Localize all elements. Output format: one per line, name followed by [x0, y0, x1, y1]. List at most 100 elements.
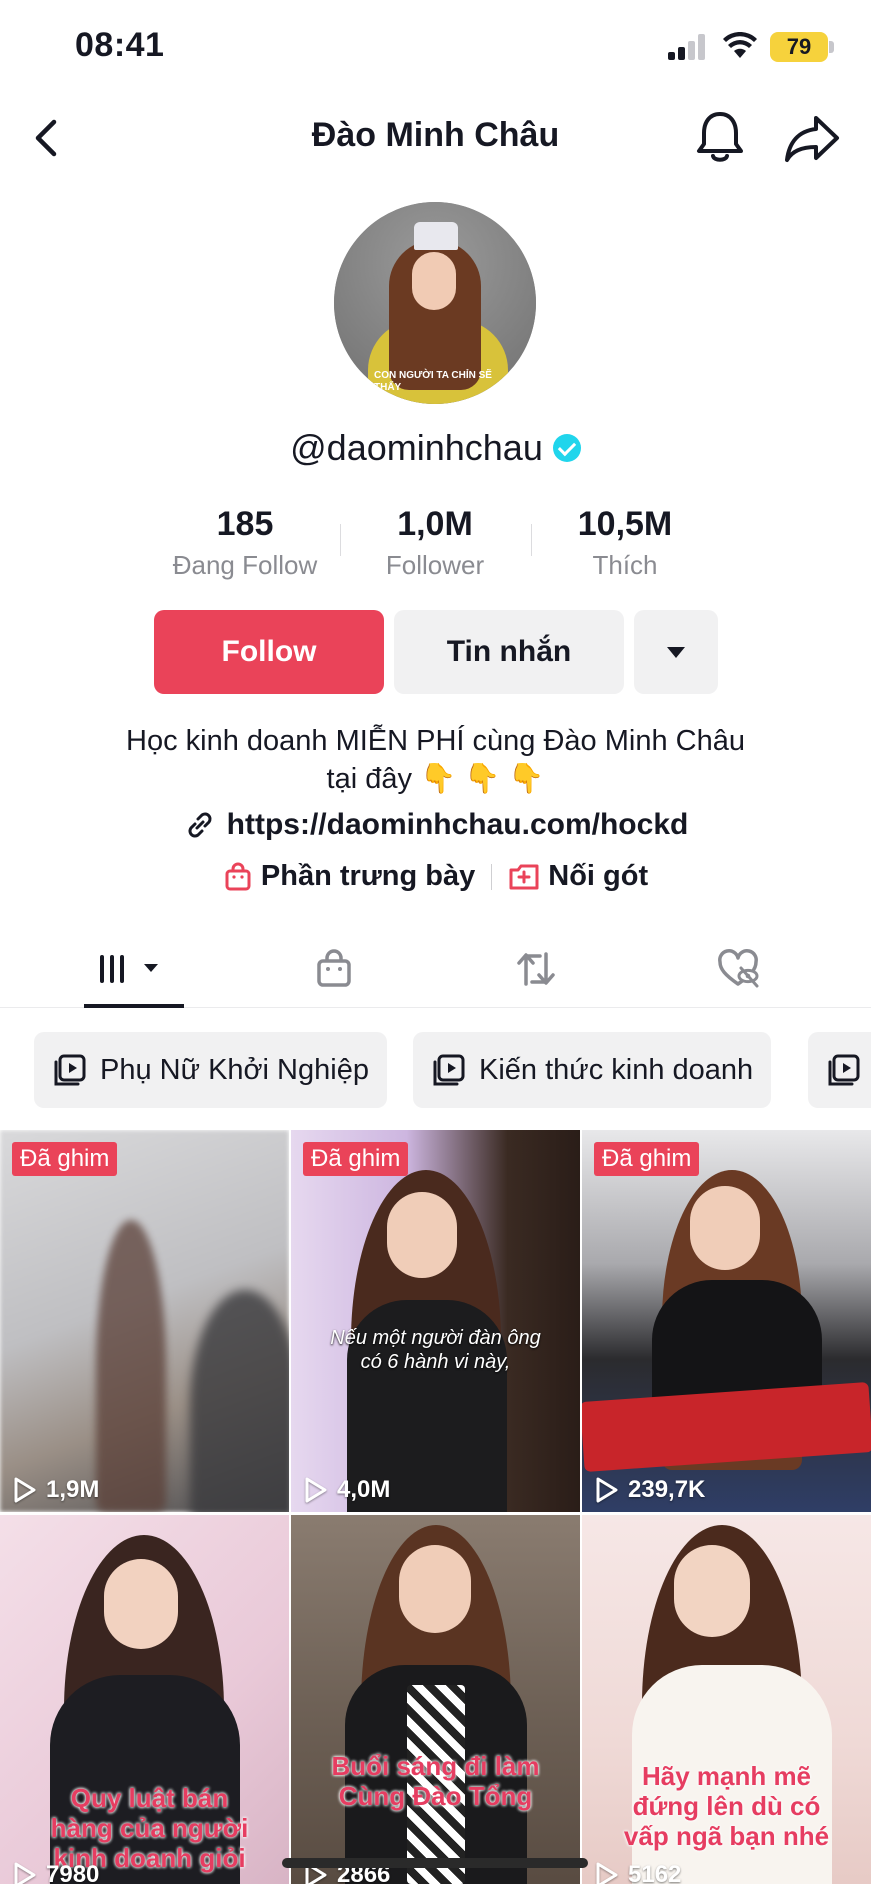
back-button[interactable]	[24, 112, 72, 164]
video-tile[interactable]: Quy luật bán hàng của người kinh doanh g…	[0, 1515, 289, 1884]
stat-likes-label: Thích	[592, 550, 658, 580]
video-thumbnail-face	[674, 1545, 750, 1637]
verified-badge-icon	[552, 434, 581, 462]
showcase-link[interactable]: Phần trưng bày	[223, 860, 475, 893]
stat-following-label: Đang Follow	[172, 550, 318, 580]
username-row: @daominhchau	[0, 424, 871, 472]
video-thumbnail-figure	[190, 1290, 289, 1512]
videos-grid-icon	[100, 955, 158, 983]
notification-bell-button[interactable]	[694, 108, 746, 166]
profile-avatar[interactable]: CON NGƯỜI TA CHỈN SẼ THẤY	[334, 202, 536, 404]
repost-icon	[517, 952, 555, 986]
status-bar: 08:41 79	[0, 0, 871, 96]
playlist-icon	[433, 1054, 465, 1086]
stat-likes[interactable]: 10,5M Thích	[530, 502, 720, 586]
video-thumbnail-face	[387, 1192, 457, 1278]
battery-icon: 79	[770, 32, 828, 62]
bio-line-1: Học kinh doanh MIỄN PHÍ cùng Đào Minh Ch…	[126, 725, 745, 757]
playlist-row: Phụ Nữ Khởi Nghiệp Kiến thức kinh doanh	[0, 1032, 871, 1108]
share-arrow-icon	[785, 116, 839, 162]
view-count-value: 7980	[46, 1861, 100, 1884]
add-video-icon	[509, 864, 539, 889]
play-icon	[14, 1477, 36, 1503]
view-count-value: 5162	[628, 1861, 682, 1884]
video-tile[interactable]: Buổi sáng đi làm Cùng Đào Tổng 2866	[291, 1515, 580, 1884]
tab-reposts[interactable]	[476, 930, 596, 1008]
view-count-value: 1,9M	[46, 1476, 100, 1503]
stat-following[interactable]: 185 Đang Follow	[150, 502, 340, 586]
cellular-signal-icon	[668, 34, 708, 60]
play-icon	[596, 1477, 618, 1503]
view-count: 1,9M	[12, 1476, 99, 1504]
video-overlay-text: Buổi sáng đi làm Cùng Đào Tổng	[331, 1751, 540, 1811]
profile-link[interactable]: https://daominhchau.com/hockd	[0, 808, 871, 842]
video-tile[interactable]: Đã ghim 239,7K	[582, 1130, 871, 1512]
playlist-pill[interactable]: Phụ Nữ Khởi Nghiệp	[34, 1032, 387, 1108]
username: @daominhchau	[290, 427, 543, 468]
link-icon	[188, 812, 212, 838]
stat-followers[interactable]: 1,0M Follower	[340, 502, 530, 586]
wifi-icon	[722, 31, 758, 65]
chevron-left-icon	[35, 119, 57, 157]
video-thumbnail-face	[399, 1545, 471, 1633]
avatar-crown	[414, 222, 458, 250]
pinned-badge: Đã ghim	[303, 1142, 409, 1176]
video-tile[interactable]: Đã ghim 1,9M	[0, 1130, 289, 1512]
video-tile[interactable]: Hãy mạnh mẽ đứng lên dù có vấp ngã bạn n…	[582, 1515, 871, 1884]
tab-videos[interactable]	[74, 930, 194, 1008]
view-count: 5162	[594, 1861, 681, 1884]
playlist-pill[interactable]	[808, 1032, 871, 1108]
bell-icon	[697, 112, 743, 162]
tab-liked[interactable]	[678, 930, 798, 1008]
liked-hidden-icon	[718, 949, 759, 988]
playlist-icon	[828, 1054, 860, 1086]
showcase-label: Phần trưng bày	[260, 860, 476, 892]
playlist-label: Phụ Nữ Khởi Nghiệp	[100, 1053, 369, 1086]
connect-label: Nối gót	[548, 860, 649, 892]
message-button[interactable]: Tin nhắn	[394, 610, 624, 694]
extras-divider	[491, 863, 493, 890]
profile-stats: 185 Đang Follow 1,0M Follower 10,5M Thíc…	[150, 502, 722, 586]
battery-cap	[829, 41, 834, 53]
stat-followers-label: Follower	[385, 550, 485, 580]
caret-down-icon	[667, 646, 685, 658]
playlist-icon	[54, 1054, 86, 1086]
tab-shop[interactable]	[274, 930, 394, 1008]
avatar-face	[412, 252, 456, 310]
connect-link[interactable]: Nối gót	[508, 860, 648, 893]
video-thumbnail-face	[104, 1559, 178, 1649]
avatar-caption: CON NGƯỜI TA CHỈN SẼ THẤY	[374, 370, 492, 393]
share-button[interactable]	[782, 110, 842, 166]
video-overlay-text: Quy luật bán hàng của người kinh doanh g…	[50, 1783, 249, 1873]
playlist-pill[interactable]: Kiến thức kinh doanh	[413, 1032, 772, 1108]
play-icon	[596, 1862, 618, 1884]
playlist-label: Kiến thức kinh doanh	[479, 1053, 754, 1086]
video-tile[interactable]: Nếu một người đàn ông có 6 hành vi này, …	[291, 1130, 580, 1512]
profile-link-text: https://daominhchau.com/hockd	[226, 808, 689, 841]
view-count-value: 4,0M	[337, 1476, 391, 1503]
active-tab-indicator	[84, 1004, 184, 1008]
view-count: 4,0M	[303, 1476, 390, 1504]
battery-level: 79	[786, 34, 812, 59]
video-thumbnail-figure	[96, 1220, 166, 1512]
profile-extras: Phần trưng bày Nối gót	[0, 860, 871, 893]
stat-following-value: 185	[216, 505, 274, 543]
shop-bag-icon	[317, 949, 351, 987]
follow-button[interactable]: Follow	[154, 610, 384, 694]
play-icon	[14, 1862, 36, 1884]
home-indicator	[282, 1858, 588, 1868]
stat-likes-value: 10,5M	[577, 505, 673, 543]
view-count: 239,7K	[594, 1476, 705, 1504]
profile-bio: Học kinh doanh MIỄN PHÍ cùng Đào Minh Ch…	[60, 722, 811, 798]
bio-line-2: tại đây 👇 👇 👇	[326, 763, 545, 795]
shopping-bag-icon	[225, 862, 251, 890]
profile-tabs	[0, 930, 871, 1008]
video-overlay-text: Hãy mạnh mẽ đứng lên dù có vấp ngã bạn n…	[623, 1761, 830, 1851]
play-icon	[305, 1477, 327, 1503]
video-thumbnail-face	[690, 1186, 760, 1270]
pinned-badge: Đã ghim	[594, 1142, 700, 1176]
view-count-value: 239,7K	[628, 1476, 706, 1503]
stat-followers-value: 1,0M	[397, 505, 473, 543]
video-grid: Đã ghim 1,9M Nếu một người đàn ông có 6 …	[0, 1130, 871, 1884]
suggested-accounts-button[interactable]	[634, 610, 718, 694]
